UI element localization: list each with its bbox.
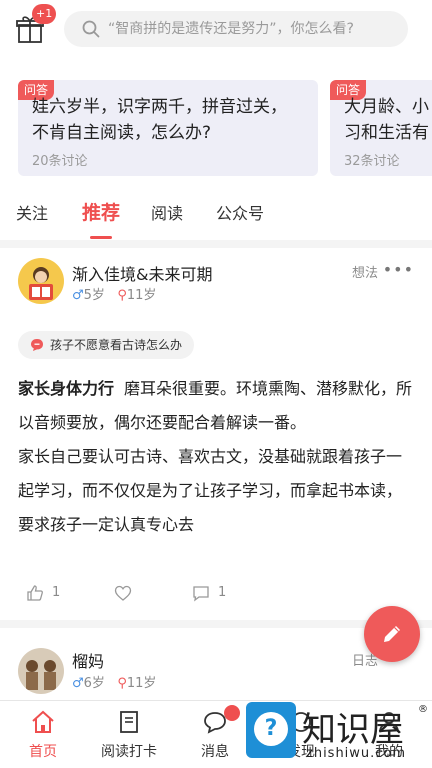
top-bar: +1 “智商拼的是遗传还是努力”，你怎么看? [0,0,432,62]
watermark-logo-icon: ? [246,702,296,758]
qa-title: 大月龄、小 习和生活有 [344,97,429,143]
tab-recommend[interactable]: 推荐 [82,198,120,225]
qa-count: 32条讨论 [344,154,400,169]
post-username[interactable]: 榴妈 [72,648,104,672]
post-type-label: 想法 [351,266,378,281]
pencil-icon [384,626,400,642]
female-icon: ⚲ [117,676,127,691]
tab-follow[interactable]: 关注 [16,200,48,224]
tab-official-accounts[interactable]: 公众号 [216,200,264,224]
post-actions: 1 1 [0,580,432,606]
avatar[interactable] [18,648,64,694]
more-options-icon[interactable]: ••• [383,260,414,279]
post-body[interactable]: 家长身体力行 磨耳朵很重要。环境熏陶、潜移默化，所以音频要放，偶尔还要配合着解读一… [18,372,414,542]
message-badge [224,705,240,721]
book-icon [120,711,138,733]
comment-icon [193,586,209,602]
search-icon [82,20,100,38]
section-divider [0,240,432,248]
post-children-info: ♂6岁 ⚲11岁 [72,676,157,691]
male-icon: ♂ [72,676,84,691]
active-tab-indicator [90,236,112,239]
post-content: 磨耳朵很重要。环境熏陶、潜移默化，所以音频要放，偶尔还要配合着解读一番。 家长自… [18,379,413,534]
search-bar[interactable]: “智商拼的是遗传还是努力”，你怎么看? [64,11,408,47]
qa-title: 娃六岁半，识字两千，拼音过关， 不肯自主阅读，怎么办? [32,97,287,143]
gift-badge: +1 [32,4,57,24]
watermark-text: 知识屋 [302,710,404,750]
qa-count: 20条讨论 [32,154,88,169]
nav-home[interactable]: 首页 [0,701,86,768]
post-children-info: ♂5岁 ⚲11岁 [72,288,157,303]
site-watermark: ? 知识屋 ® zhishiwu.com [240,700,432,768]
feed-tabs: 关注 推荐 阅读 公众号 [0,190,432,238]
avatar[interactable] [18,258,64,304]
post-username[interactable]: 渐入佳境&未来可期 [72,261,212,285]
qa-card[interactable]: 问答 大月龄、小 习和生活有 32条讨论 [330,80,432,176]
watermark-registered: ® [418,704,428,715]
comment-button[interactable]: 1 [192,580,232,606]
tab-reading[interactable]: 阅读 [151,200,183,224]
post-lead: 家长身体力行 [18,379,115,398]
like-button[interactable]: 1 [26,580,66,606]
chat-bubble-icon [31,339,43,351]
favorite-button[interactable] [114,580,144,606]
nav-reading-checkin[interactable]: 阅读打卡 [86,701,172,768]
home-icon [32,710,54,733]
topic-chip[interactable]: 孩子不愿意看古诗怎么办 [18,331,195,359]
qa-card-carousel[interactable]: 问答 娃六岁半，识字两千，拼音过关， 不肯自主阅读，怎么办? 20条讨论 问答 … [0,80,432,176]
heart-icon [114,585,132,601]
watermark-url: zhishiwu.com [306,746,407,761]
female-icon: ⚲ [117,288,127,303]
male-icon: ♂ [72,288,84,303]
thumbs-up-icon [27,585,43,601]
topic-label: 孩子不愿意看古诗怎么办 [50,338,183,352]
compose-button[interactable] [364,606,420,662]
qa-card[interactable]: 问答 娃六岁半，识字两千，拼音过关， 不肯自主阅读，怎么办? 20条讨论 [18,80,318,176]
search-placeholder: “智商拼的是遗传还是努力”，你怎么看? [108,21,354,37]
